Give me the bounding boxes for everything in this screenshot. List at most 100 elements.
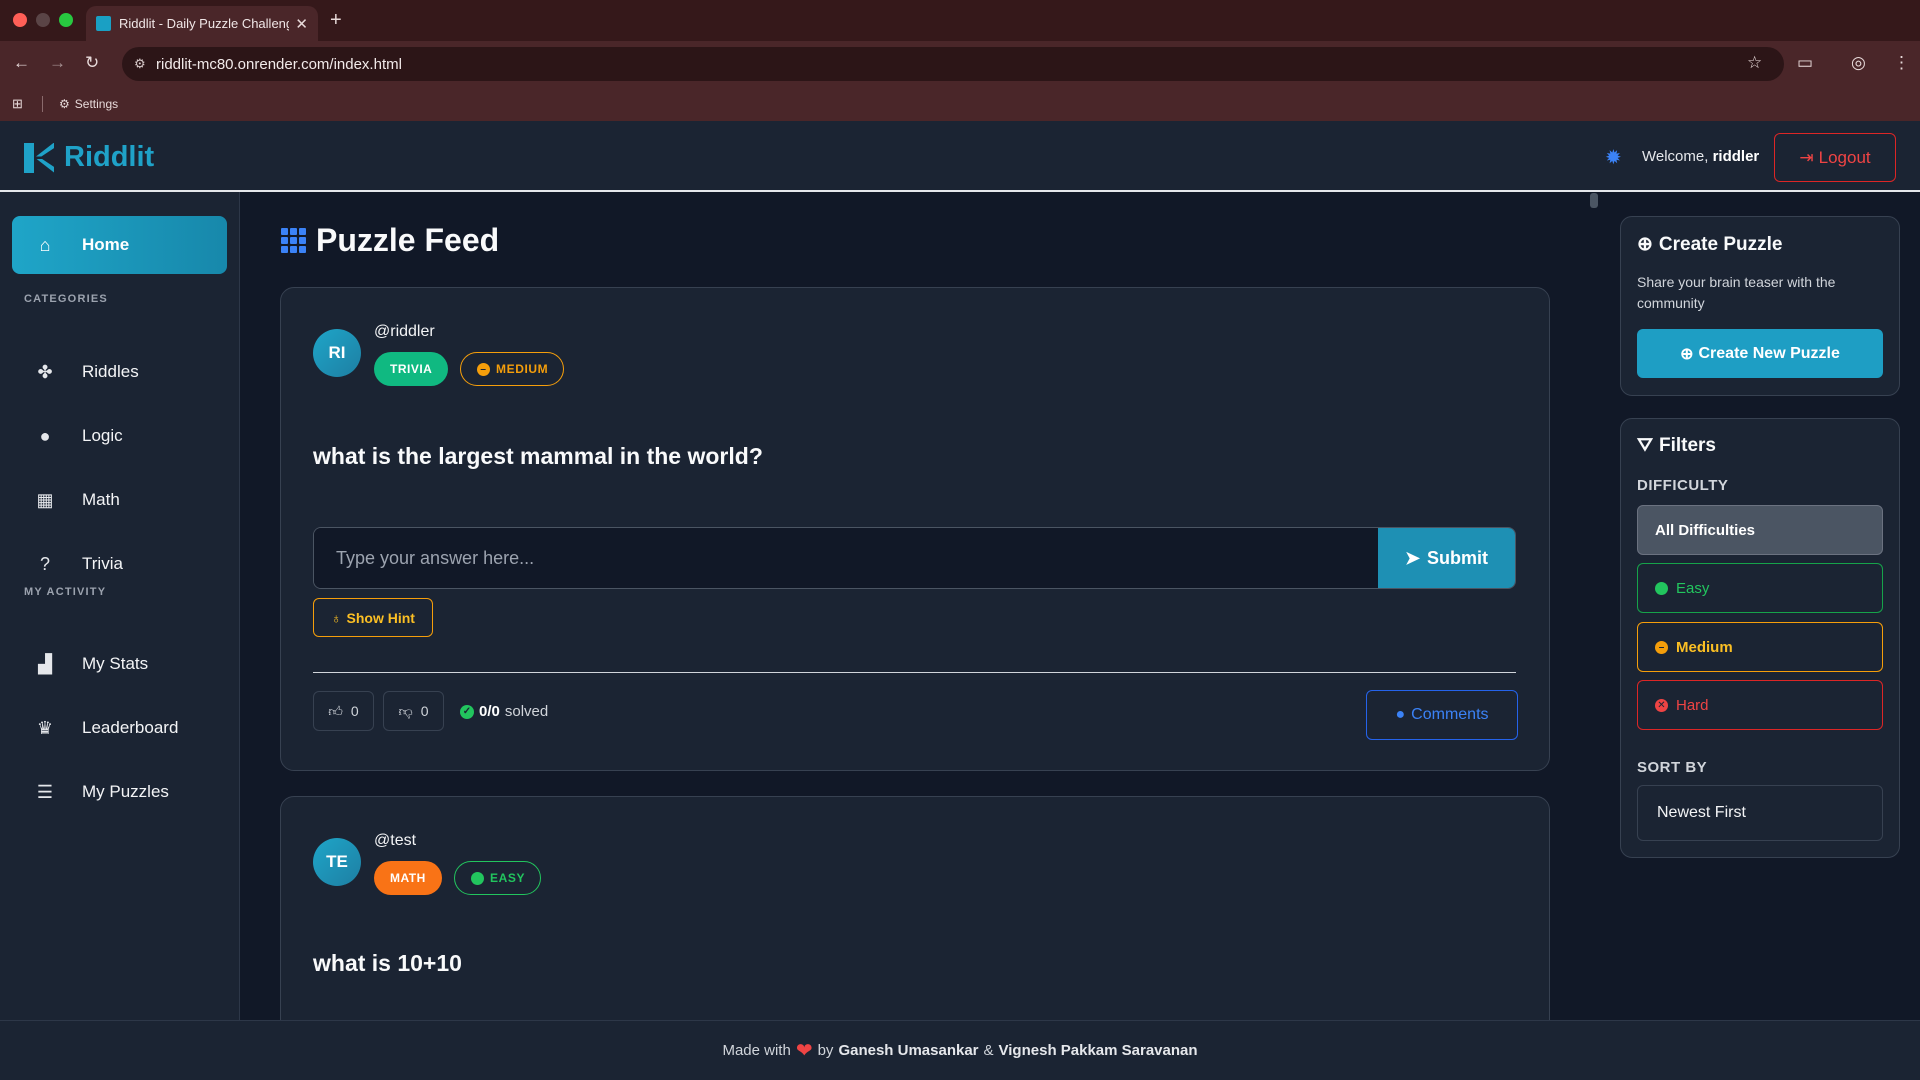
sidebar-item-my-stats[interactable]: ▟ My Stats bbox=[12, 638, 227, 690]
filters-panel: ⛛ Filters DIFFICULTY All Difficulties Ea… bbox=[1620, 418, 1900, 858]
like-count: 0 bbox=[350, 703, 359, 719]
create-new-puzzle-button[interactable]: ⊕ Create New Puzzle bbox=[1637, 329, 1883, 378]
cast-icon[interactable]: ▭ bbox=[1797, 53, 1813, 73]
settings-bookmark[interactable]: ⚙ Settings bbox=[59, 97, 118, 111]
show-hint-button[interactable]: ♁ Show Hint bbox=[313, 598, 433, 637]
menu-icon[interactable]: ⋮ bbox=[1893, 53, 1910, 73]
sidebar-item-my-puzzles[interactable]: ☰ My Puzzles bbox=[12, 766, 227, 818]
plus-circle-icon: ⊕ bbox=[1680, 345, 1694, 363]
author-name[interactable]: @riddler bbox=[374, 323, 435, 341]
logout-label: Logout bbox=[1818, 147, 1871, 167]
browser-tab[interactable]: Riddlit - Daily Puzzle Challenge ✕ bbox=[86, 6, 318, 41]
calculator-icon: ▦ bbox=[36, 489, 54, 510]
browser-toolbar: ← → ↻ ⚙ riddlit-mc80.onrender.com/index.… bbox=[0, 41, 1920, 87]
card-divider bbox=[313, 672, 1516, 673]
puzzle-card: RI @riddler TRIVIA – MEDIUM what is the … bbox=[280, 287, 1550, 771]
funnel-icon: ⛛ bbox=[1637, 435, 1653, 456]
heart-icon: ❤ bbox=[795, 1040, 813, 1062]
dash-circle-icon: – bbox=[477, 362, 490, 376]
apps-grid-icon[interactable]: ⊞ bbox=[12, 96, 23, 112]
footer: Made with ❤ by Ganesh Umasankar & Vignes… bbox=[0, 1020, 1920, 1080]
logo[interactable]: Riddlit bbox=[24, 141, 154, 174]
maximize-window-button[interactable] bbox=[59, 13, 73, 27]
filter-label: All Difficulties bbox=[1655, 521, 1756, 539]
journal-icon: ☰ bbox=[36, 781, 54, 802]
url-text: riddlit-mc80.onrender.com/index.html bbox=[156, 55, 402, 73]
author-name[interactable]: @test bbox=[374, 832, 416, 850]
filter-hard[interactable]: ✕ Hard bbox=[1637, 680, 1883, 730]
scrollbar[interactable] bbox=[1590, 193, 1598, 208]
dash-circle-icon: – bbox=[1655, 640, 1668, 654]
difficulty-badge: EASY bbox=[454, 861, 542, 895]
filter-all-difficulties[interactable]: All Difficulties bbox=[1637, 505, 1883, 555]
avatar[interactable]: TE bbox=[313, 838, 361, 886]
browser-tab-bar: Riddlit - Daily Puzzle Challenge ✕ + bbox=[0, 0, 1920, 41]
tab-close-icon[interactable]: ✕ bbox=[295, 15, 308, 33]
app-header: Riddlit ✹ Welcome, riddler ⇥ Logout bbox=[0, 121, 1920, 192]
sort-value: Newest First bbox=[1657, 804, 1746, 821]
page-title-text: Puzzle Feed bbox=[316, 222, 500, 258]
sidebar-item-label: My Stats bbox=[82, 654, 149, 673]
minimize-window-button[interactable] bbox=[36, 13, 50, 27]
sidebar-item-home[interactable]: ⌂ Home bbox=[12, 216, 227, 274]
bar-chart-icon: ▟ bbox=[38, 653, 52, 674]
puzzle-card: TE @test MATH EASY what is 10+10 bbox=[280, 796, 1550, 1056]
puzzle-icon: ✤ bbox=[37, 361, 53, 382]
logout-button[interactable]: ⇥ Logout bbox=[1774, 133, 1896, 182]
filter-label: Medium bbox=[1676, 638, 1733, 656]
sidebar-item-label: Math bbox=[82, 490, 120, 509]
new-tab-icon[interactable]: + bbox=[330, 9, 342, 32]
sidebar-item-label: Leaderboard bbox=[82, 718, 179, 737]
solved-label: solved bbox=[504, 703, 549, 720]
category-label: TRIVIA bbox=[390, 362, 433, 376]
sidebar-item-math[interactable]: ▦ Math bbox=[12, 474, 227, 526]
filters-title-text: Filters bbox=[1658, 435, 1716, 456]
answer-input[interactable] bbox=[314, 528, 1378, 588]
trophy-icon: ♛ bbox=[36, 717, 54, 738]
avatar[interactable]: RI bbox=[313, 329, 361, 377]
sidebar-item-label: Trivia bbox=[82, 554, 123, 573]
sidebar-item-leaderboard[interactable]: ♛ Leaderboard bbox=[12, 702, 227, 754]
forward-icon[interactable]: → bbox=[49, 53, 66, 73]
category-badge: MATH bbox=[374, 861, 442, 895]
sort-by-heading: SORT BY bbox=[1637, 759, 1708, 776]
create-puzzle-title-text: Create Puzzle bbox=[1658, 233, 1783, 255]
sun-theme-toggle-icon[interactable]: ✹ bbox=[1605, 145, 1622, 170]
dislike-button[interactable]: 👎︎ 0 bbox=[383, 691, 444, 731]
filters-title: ⛛ Filters bbox=[1637, 435, 1716, 457]
chat-icon: ● bbox=[1395, 706, 1406, 723]
tab-title: Riddlit - Daily Puzzle Challenge bbox=[119, 16, 290, 31]
like-button[interactable]: 👍︎ 0 bbox=[313, 691, 374, 731]
submit-button[interactable]: ➤ Submit bbox=[1378, 528, 1515, 588]
filter-medium[interactable]: – Medium bbox=[1637, 622, 1883, 672]
sidebar-item-trivia[interactable]: ? Trivia bbox=[12, 538, 227, 590]
profile-icon[interactable]: ◎ bbox=[1851, 53, 1866, 73]
welcome-message: Welcome, riddler bbox=[1642, 148, 1759, 165]
create-puzzle-title: ⊕ Create Puzzle bbox=[1637, 233, 1782, 256]
sort-select[interactable]: Newest First bbox=[1637, 785, 1883, 841]
back-icon[interactable]: ← bbox=[13, 53, 30, 73]
address-bar[interactable]: ⚙ riddlit-mc80.onrender.com/index.html bbox=[122, 47, 1784, 81]
house-icon: ⌂ bbox=[39, 234, 51, 255]
bookmark-divider bbox=[42, 96, 43, 112]
circle-icon bbox=[1655, 581, 1668, 595]
footer-author-2: Vignesh Pakkam Saravanan bbox=[998, 1042, 1198, 1059]
site-info-icon[interactable]: ⚙ bbox=[134, 56, 146, 72]
favicon-icon bbox=[96, 16, 111, 31]
sidebar-item-label: Home bbox=[82, 235, 130, 254]
my-activity-heading: MY ACTIVITY bbox=[24, 586, 107, 598]
filter-label: Hard bbox=[1676, 696, 1709, 714]
answer-form: ➤ Submit bbox=[313, 527, 1516, 589]
sidebar-item-riddles[interactable]: ✤ Riddles bbox=[12, 346, 227, 398]
sidebar-item-label: My Puzzles bbox=[82, 782, 169, 801]
sidebar-item-logic[interactable]: ● Logic bbox=[12, 410, 227, 462]
lightbulb-icon: ♁ bbox=[331, 609, 342, 626]
filter-easy[interactable]: Easy bbox=[1637, 563, 1883, 613]
thumbs-up-icon: 👍︎ bbox=[328, 702, 343, 719]
grid-icon bbox=[281, 228, 306, 253]
comments-button[interactable]: ● Comments bbox=[1366, 690, 1518, 740]
bookmark-star-icon[interactable]: ☆ bbox=[1747, 53, 1762, 73]
close-window-button[interactable] bbox=[13, 13, 27, 27]
reload-icon[interactable]: ↻ bbox=[85, 53, 99, 73]
circle-icon bbox=[471, 871, 484, 885]
